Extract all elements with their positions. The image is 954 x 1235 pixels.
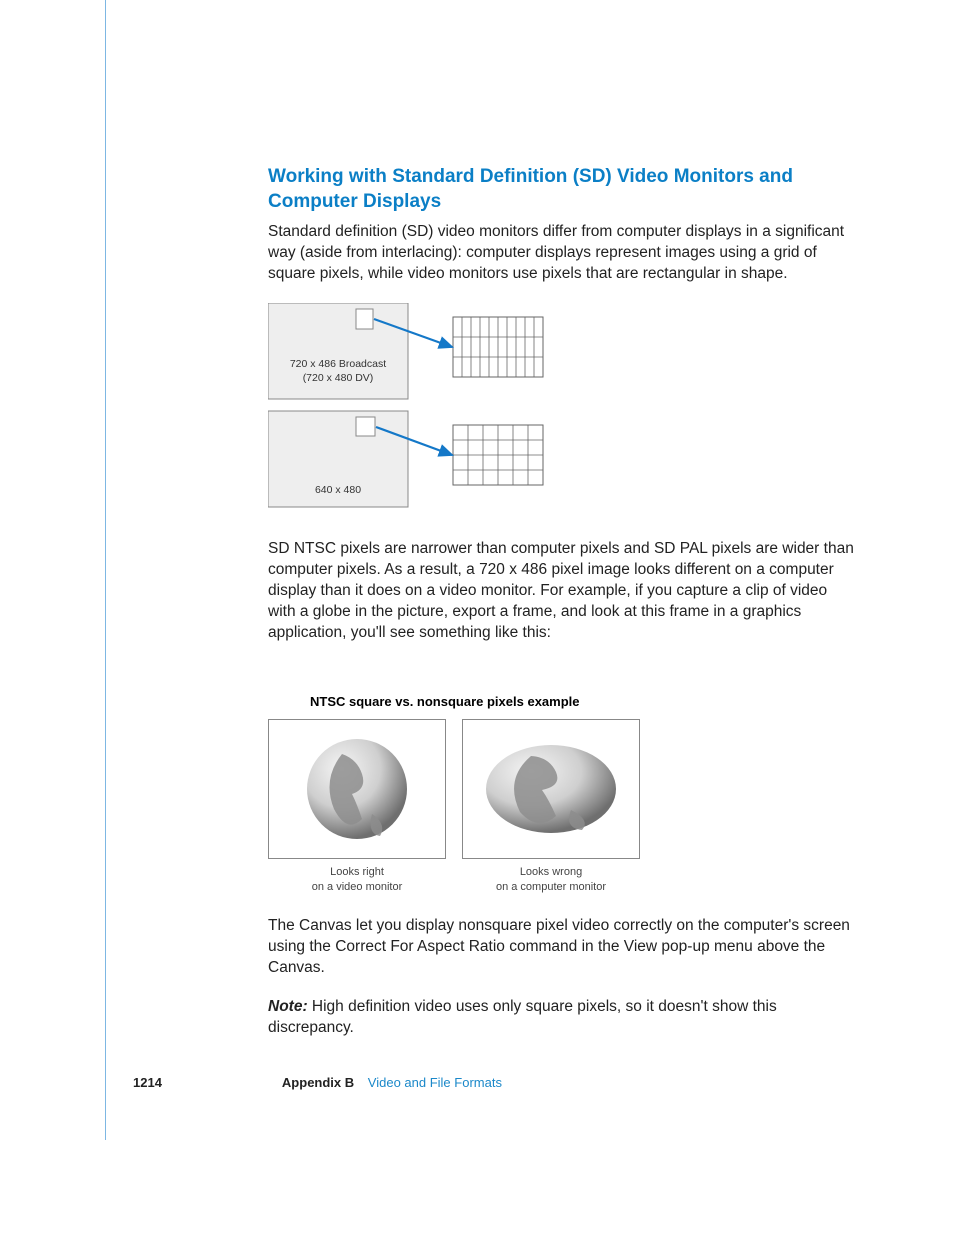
pixel-grid-figure: 720 x 486 Broadcast (720 x 480 DV): [268, 303, 856, 513]
globe-video-monitor-box: [268, 719, 446, 859]
page-footer: 1214 Appendix B Video and File Formats: [133, 1075, 502, 1090]
appendix-title: Video and File Formats: [368, 1075, 502, 1090]
page: Working with Standard Definition (SD) Vi…: [0, 0, 954, 1235]
caption-line: on a video monitor: [312, 881, 403, 893]
caption-line: Looks wrong: [520, 866, 582, 878]
note-label: Note:: [268, 998, 308, 1015]
nonsquare-pixel-grid: [453, 317, 543, 377]
left-margin-rule: [105, 0, 106, 1140]
figure2-title: NTSC square vs. nonsquare pixels example: [310, 694, 856, 709]
globe-left-caption: Looks right on a video monitor: [268, 865, 446, 895]
globe-icon: [302, 734, 412, 844]
paragraph-note: Note: High definition video uses only sq…: [268, 997, 856, 1039]
paragraph-2: SD NTSC pixels are narrower than compute…: [268, 539, 856, 644]
box1-label-line1: 720 x 486 Broadcast: [290, 358, 386, 370]
globe-right-column: Looks wrong on a computer monitor: [462, 719, 640, 895]
page-number: 1214: [133, 1075, 162, 1090]
globe-computer-monitor-box: [462, 719, 640, 859]
globe-stretched-icon: [476, 734, 626, 844]
paragraph-3: The Canvas let you display nonsquare pix…: [268, 916, 856, 979]
globe-figure: Looks right on a video monitor: [268, 719, 856, 895]
box2-label: 640 x 480: [315, 484, 361, 496]
section-heading: Working with Standard Definition (SD) Vi…: [268, 165, 856, 214]
appendix-label: Appendix B: [282, 1075, 354, 1090]
footer-appendix: Appendix B Video and File Formats: [282, 1075, 502, 1090]
paragraph-1: Standard definition (SD) video monitors …: [268, 222, 856, 285]
note-text: High definition video uses only square p…: [268, 998, 777, 1036]
square-pixel-grid: [453, 425, 543, 485]
caption-line: Looks right: [330, 866, 384, 878]
caption-line: on a computer monitor: [496, 881, 606, 893]
box1-label-line2: (720 x 480 DV): [303, 372, 374, 384]
globe-right-caption: Looks wrong on a computer monitor: [462, 865, 640, 895]
globe-left-column: Looks right on a video monitor: [268, 719, 446, 895]
content-column: Working with Standard Definition (SD) Vi…: [268, 165, 856, 1057]
